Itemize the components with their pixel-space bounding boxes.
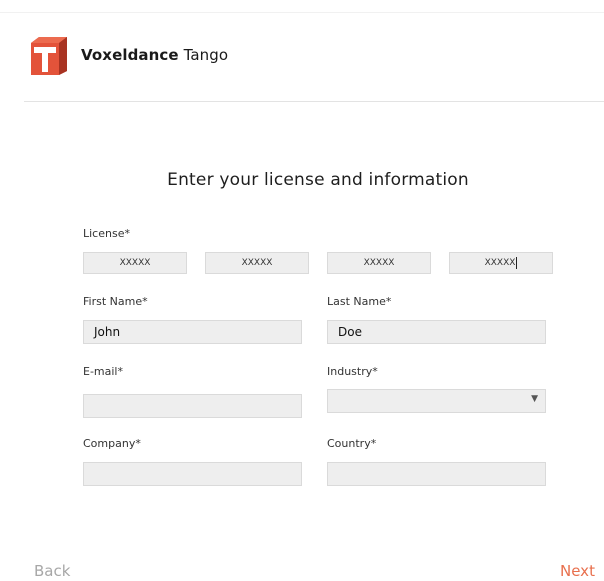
first-name-label: First Name*: [83, 295, 148, 308]
country-input[interactable]: [327, 462, 546, 486]
license-part-4-input[interactable]: XXXXX: [449, 252, 553, 274]
next-button[interactable]: Next: [560, 562, 595, 580]
last-name-value: Doe: [338, 325, 362, 339]
last-name-label: Last Name*: [327, 295, 392, 308]
company-label: Company*: [83, 437, 141, 450]
first-name-input[interactable]: John: [83, 320, 302, 344]
first-name-value: John: [94, 325, 121, 339]
license-part-3-input[interactable]: XXXXX: [327, 252, 431, 274]
brand-name: Voxeldance Tango: [81, 46, 228, 64]
company-input[interactable]: [83, 462, 302, 486]
license-part-1-input[interactable]: XXXXX: [83, 252, 187, 274]
license-part-1-value: XXXXX: [119, 258, 151, 268]
brand-secondary: Tango: [183, 46, 229, 64]
voxeldance-logo-icon: [31, 37, 67, 75]
license-part-4-value: XXXXX: [484, 258, 516, 268]
email-input[interactable]: [83, 394, 302, 418]
brand-primary: Voxeldance: [81, 46, 179, 64]
back-button[interactable]: Back: [34, 562, 70, 580]
license-part-2-value: XXXXX: [241, 258, 273, 268]
text-cursor: [516, 257, 518, 269]
header-divider: [24, 101, 604, 102]
license-label: License*: [83, 227, 130, 240]
last-name-input[interactable]: Doe: [327, 320, 546, 344]
top-edge-line: [0, 12, 604, 13]
country-label: Country*: [327, 437, 377, 450]
industry-label: Industry*: [327, 365, 378, 378]
email-label: E-mail*: [83, 365, 123, 378]
app-header: Voxeldance Tango: [25, 33, 228, 77]
chevron-down-icon: ▼: [531, 394, 538, 404]
license-part-3-value: XXXXX: [363, 258, 395, 268]
license-part-2-input[interactable]: XXXXX: [205, 252, 309, 274]
page-title: Enter your license and information: [167, 170, 469, 190]
industry-select[interactable]: ▼: [327, 389, 546, 413]
